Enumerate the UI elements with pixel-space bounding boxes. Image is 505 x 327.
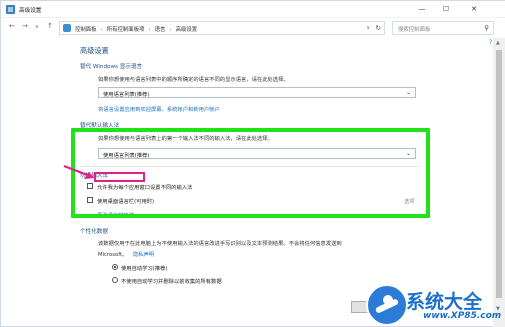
control-panel-icon [6,5,15,14]
recent-locations-icon[interactable]: ∨ [35,24,39,30]
search-placeholder: 搜索控制面板 [398,27,431,33]
page-title: 高级设置 [80,46,109,55]
scrollbar-thumb[interactable] [496,50,502,298]
no-auto-learning-radio[interactable] [112,277,118,283]
search-input[interactable]: 搜索控制面板 ⚲ [392,21,494,35]
chevron-down-icon[interactable]: ∨ [366,25,370,31]
breadcrumb-separator: › [100,27,103,33]
window-title: 高级设置 [19,8,42,14]
watermark-url: www.XP85.com [423,311,502,321]
privacy-statement-link[interactable]: 隐私声明 [133,250,154,258]
hotkey-highlight-box [94,172,145,182]
breadcrumb-separator: › [169,27,172,33]
auto-learning-radio[interactable] [112,264,118,270]
auto-learning-label: 使用自动学习(推荐) [121,266,168,272]
personalization-description-microsoft: Microsoft。 [98,252,128,258]
address-bar: ← → ∨ ↑ 控制面板 › 所有控制面板项 › 语言 › 高级设置 ∨ ↻ 搜索控制面板 … [1,18,505,38]
forward-arrow-icon[interactable]: → [22,22,28,30]
breadcrumb: 控制面板 › 所有控制面板项 › 语言 › 高级设置 [75,25,197,33]
minimize-button[interactable]: — [410,1,434,18]
pointer-arrow-icon [63,164,94,179]
select-value: 使用语言列表(推荐) [103,92,150,98]
address-field[interactable]: 控制面板 › 所有控制面板项 › 语言 › 高级设置 ∨ ↻ [59,21,385,35]
watermark-logo-icon [366,284,408,326]
display-language-select[interactable]: 使用语言列表(推荐) ⌄ [98,87,416,98]
display-language-description: 如果你想使用与语言列表中的顺序所确定的语言不同的显示语言，请在此处选择。 [98,77,289,83]
breadcrumb-all-items[interactable]: 所有控制面板项 [107,27,145,33]
breadcrumb-language[interactable]: 语言 [155,27,166,33]
search-icon[interactable]: ⚲ [484,24,489,32]
display-language-heading: 替代 Windows 显示语言 [80,64,143,70]
chevron-down-icon: ⌄ [405,89,411,96]
up-arrow-icon[interactable]: ↑ [47,22,53,30]
refresh-icon[interactable]: ↻ [376,24,381,32]
control-panel-icon [63,24,71,32]
maximize-button[interactable]: ☐ [434,1,458,18]
scroll-up-icon[interactable]: ▲ [496,40,500,46]
close-button[interactable]: ✕ [462,1,486,18]
title-bar: 高级设置 — ☐ ✕ [1,1,505,18]
breadcrumb-separator: › [148,27,151,33]
back-arrow-icon[interactable]: ← [9,22,15,30]
apply-language-settings-link[interactable]: 将语言设置应用到欢迎屏幕、系统帐户和新用户帐户 [98,105,220,113]
breadcrumb-control-panel[interactable]: 控制面板 [75,27,97,33]
no-auto-learning-label: 不使用自动学习并删除以前收集的所有数据 [121,279,222,285]
vertical-scrollbar[interactable]: ▲ ▼ [493,38,505,327]
personalization-heading: 个性化数据 [80,229,108,235]
watermark-text: 系统大全 [406,291,483,313]
control-panel-window: 高级设置 — ☐ ✕ ← → ∨ ↑ 控制面板 › 所有控制面板项 › 语言 › 高级设置 … [0,0,505,327]
personalization-description: 该数据仅用于在此电脑上为不使用输入法的语言改进手写识别以及文本预测结果。不会将任… [98,241,342,247]
breadcrumb-advanced[interactable]: 高级设置 [176,27,198,33]
